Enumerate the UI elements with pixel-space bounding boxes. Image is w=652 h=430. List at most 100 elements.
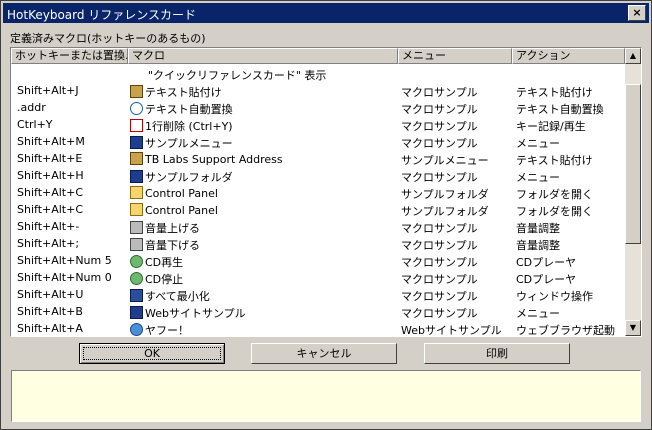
macro-row[interactable]: Shift+Alt+Num 5 CD再生 マクロサンプル CDプレーヤ bbox=[11, 252, 625, 269]
window-title: HotKeyboard リファレンスカード bbox=[7, 8, 197, 22]
menu-cell: サンプルフォルダ bbox=[401, 188, 489, 201]
menu-cell: サンプルメニュー bbox=[401, 154, 489, 167]
action-cell: メニュー bbox=[516, 137, 560, 150]
menu-cell: Webサイトサンプル bbox=[401, 324, 502, 337]
action-cell: ウェブブラウザ起動 bbox=[516, 324, 615, 337]
menu-cell: マクロサンプル bbox=[401, 307, 478, 320]
macro-name: テキスト自動置換 bbox=[145, 103, 233, 116]
menu-cell: サンプルフォルダ bbox=[401, 205, 489, 218]
macro-row[interactable]: Ctrl+Y 1行削除 (Ctrl+Y) マクロサンプル キー記録/再生 bbox=[11, 116, 625, 133]
action-cell: CDプレーヤ bbox=[516, 273, 577, 286]
macro-name: Control Panel bbox=[145, 187, 218, 200]
macro-name: ヤフー！ bbox=[145, 324, 189, 337]
macro-name: CD停止 bbox=[145, 273, 184, 286]
menu-cell: マクロサンプル bbox=[401, 239, 478, 252]
vertical-scrollbar[interactable]: ▲ ▼ bbox=[625, 48, 641, 336]
hotkey-cell: Shift+Alt+U bbox=[17, 288, 84, 301]
macro-name: 1行削除 (Ctrl+Y) bbox=[145, 120, 233, 133]
menu-cell: マクロサンプル bbox=[401, 137, 478, 150]
macro-row[interactable]: Shift+Alt+J テキスト貼付け マクロサンプル テキスト貼付け bbox=[11, 82, 625, 99]
column-header-menu[interactable]: メニュー bbox=[398, 48, 512, 64]
macro-cell: サンプルフォルダ bbox=[130, 169, 400, 185]
macro-row[interactable]: Shift+Alt+B Webサイトサンプル マクロサンプル メニュー bbox=[11, 303, 625, 320]
macro-rows: "クイックリファレンスカード" 表示 Shift+Alt+J テキスト貼付け マクロサ… bbox=[11, 65, 625, 337]
action-cell: メニュー bbox=[516, 307, 560, 320]
macro-name: CD再生 bbox=[145, 256, 184, 269]
scroll-up-button[interactable]: ▲ bbox=[625, 48, 641, 64]
hotkey-cell: Shift+Alt+J bbox=[17, 84, 79, 97]
macro-cell: TB Labs Support Address bbox=[130, 152, 400, 166]
cancel-button[interactable]: キャンセル bbox=[251, 343, 397, 364]
description-box bbox=[11, 370, 641, 422]
macro-row[interactable]: Shift+Alt+M サンプルメニュー マクロサンプル メニュー bbox=[11, 133, 625, 150]
macro-cell: 1行削除 (Ctrl+Y) bbox=[130, 118, 400, 134]
column-header-hotkey[interactable]: ホットキーまたは置換... bbox=[11, 48, 128, 64]
action-cell: メニュー bbox=[516, 171, 560, 184]
macro-row[interactable]: "クイックリファレンスカード" 表示 bbox=[11, 65, 625, 82]
action-cell: 音量調整 bbox=[516, 222, 560, 235]
action-cell: キー記録/再生 bbox=[516, 120, 586, 133]
hotkey-cell: Shift+Alt+A bbox=[17, 322, 83, 335]
hotkey-cell: Shift+Alt+M bbox=[17, 135, 85, 148]
cd-icon bbox=[130, 272, 143, 285]
macro-cell: Webサイトサンプル bbox=[130, 305, 400, 321]
macro-cell: すべて最小化 bbox=[130, 288, 400, 304]
macro-row[interactable]: Shift+Alt+Num 0 CD停止 マクロサンプル CDプレーヤ bbox=[11, 269, 625, 286]
close-button[interactable]: × bbox=[628, 5, 646, 21]
hotkey-cell: Shift+Alt+E bbox=[17, 152, 83, 165]
speaker-icon bbox=[130, 221, 143, 234]
hotkey-cell: Shift+Alt+B bbox=[17, 305, 83, 318]
hotkey-cell: Shift+Alt+- bbox=[17, 220, 80, 233]
print-button[interactable]: 印刷 bbox=[424, 343, 570, 364]
paste-icon bbox=[130, 152, 143, 165]
macro-cell: 音量下げる bbox=[130, 237, 400, 253]
macro-name: サンプルメニュー bbox=[145, 137, 233, 150]
macro-cell: Control Panel bbox=[130, 186, 400, 200]
menu-cell: マクロサンプル bbox=[401, 222, 478, 235]
globe-icon bbox=[130, 323, 143, 336]
menu-icon bbox=[130, 170, 143, 183]
column-header-action[interactable]: アクション bbox=[512, 48, 625, 64]
macro-cell: テキスト貼付け bbox=[130, 84, 400, 100]
macro-cell: サンプルメニュー bbox=[130, 135, 400, 151]
scroll-down-button[interactable]: ▼ bbox=[625, 320, 641, 336]
macro-row[interactable]: Shift+Alt+C Control Panel サンプルフォルダ フォルダを開く bbox=[11, 184, 625, 201]
menu-cell: マクロサンプル bbox=[401, 103, 478, 116]
menu-icon bbox=[130, 136, 143, 149]
ok-button[interactable]: OK bbox=[79, 343, 225, 364]
macro-row[interactable]: Shift+Alt+E TB Labs Support Address サンプルメニ… bbox=[11, 150, 625, 167]
macro-name: 音量下げる bbox=[145, 239, 200, 252]
title-bar[interactable]: HotKeyboard リファレンスカード × bbox=[3, 3, 649, 23]
macro-row[interactable]: Shift+Alt+A ヤフー！ Webサイトサンプル ウェブブラウザ起動 bbox=[11, 320, 625, 337]
macro-name: Control Panel bbox=[145, 204, 218, 217]
hotkey-cell: Shift+Alt+C bbox=[17, 203, 84, 216]
macro-row[interactable]: Shift+Alt+U すべて最小化 マクロサンプル ウィンドウ操作 bbox=[11, 286, 625, 303]
action-cell: フォルダを開く bbox=[516, 205, 593, 218]
hotkey-cell: Shift+Alt+C bbox=[17, 186, 84, 199]
macro-cell: Control Panel bbox=[130, 203, 400, 217]
macro-row[interactable]: Shift+Alt+H サンプルフォルダ マクロサンプル メニュー bbox=[11, 167, 625, 184]
macro-row[interactable]: Shift+Alt+; 音量下げる マクロサンプル 音量調整 bbox=[11, 235, 625, 252]
scroll-thumb[interactable] bbox=[625, 84, 641, 244]
menu-icon bbox=[130, 306, 143, 319]
action-cell: テキスト貼付け bbox=[516, 86, 593, 99]
macro-name: TB Labs Support Address bbox=[145, 153, 283, 166]
macro-row[interactable]: Shift+Alt+C Control Panel サンプルフォルダ フォルダを開く bbox=[11, 201, 625, 218]
macro-list-label: 定義済みマクロ(ホットキーのあるもの) bbox=[10, 32, 206, 45]
column-header-macro[interactable]: マクロ bbox=[128, 48, 398, 64]
action-cell: CDプレーヤ bbox=[516, 256, 577, 269]
window-icon bbox=[130, 289, 143, 302]
macro-cell: ヤフー！ bbox=[130, 322, 400, 337]
reference-card-window: HotKeyboard リファレンスカード × 定義済みマクロ(ホットキーのある… bbox=[0, 0, 652, 430]
menu-cell: マクロサンプル bbox=[401, 120, 478, 133]
hotkey-cell: Ctrl+Y bbox=[17, 118, 53, 131]
folder-icon bbox=[130, 186, 143, 199]
macro-row[interactable]: .addr テキスト自動置換 マクロサンプル テキスト自動置換 bbox=[11, 99, 625, 116]
menu-cell: マクロサンプル bbox=[401, 171, 478, 184]
play-icon bbox=[130, 119, 143, 132]
macro-row[interactable]: Shift+Alt+- 音量上げる マクロサンプル 音量調整 bbox=[11, 218, 625, 235]
hotkey-cell: .addr bbox=[17, 101, 46, 114]
macro-cell: 音量上げる bbox=[130, 220, 400, 236]
macro-list[interactable]: ホットキーまたは置換... マクロ メニュー アクション "クイックリファレンス… bbox=[10, 47, 642, 337]
hotkey-cell: Shift+Alt+H bbox=[17, 169, 84, 182]
